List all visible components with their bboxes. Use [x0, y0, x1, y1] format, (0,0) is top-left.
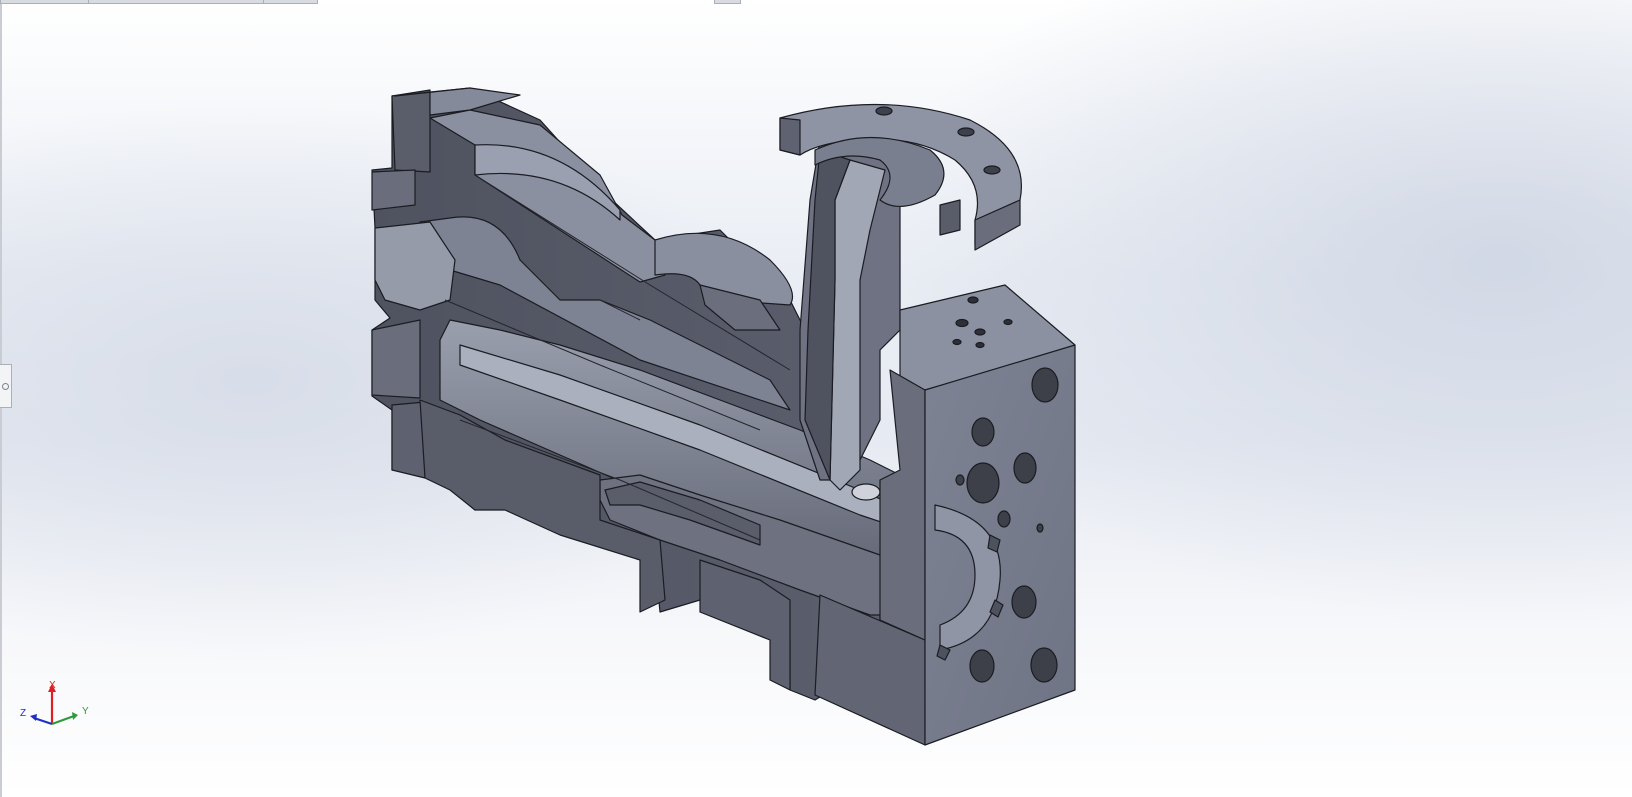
top-flange-left-cut — [779, 117, 801, 156]
flange-notch — [939, 199, 961, 236]
left-step-1 — [371, 169, 416, 211]
block-hole-8 — [1011, 585, 1037, 619]
block-hole-7 — [1036, 523, 1044, 533]
block-top-hole-6 — [975, 341, 985, 349]
section-view-model[interactable] — [0, 0, 1632, 797]
inlet-bottom-opening — [851, 483, 881, 501]
block-hole-10 — [1030, 647, 1058, 683]
block-top-hole-2 — [955, 318, 969, 328]
triad-z-axis — [33, 716, 53, 726]
block-hole-2 — [971, 417, 995, 447]
triad-y-axis — [51, 714, 75, 726]
block-right-face — [924, 344, 1076, 746]
block-hole-5 — [955, 474, 965, 486]
triad-z-arrow-icon — [30, 714, 37, 721]
triad-y-arrow-icon — [72, 712, 78, 720]
left-step-3 — [391, 401, 426, 479]
left-step-2 — [371, 319, 421, 399]
triad-x-label: X — [49, 680, 56, 691]
block-top-hole-1 — [967, 296, 979, 304]
block-left-step — [879, 369, 926, 641]
triad-y-label: Y — [82, 706, 89, 717]
block-hole-6 — [997, 510, 1011, 528]
block-hole-4 — [966, 462, 1000, 504]
block-top-hole-4 — [1003, 318, 1013, 326]
orientation-triad: X Y Z — [20, 680, 89, 726]
block-top-hole-5 — [952, 338, 962, 346]
block-top-hole-3 — [974, 328, 986, 336]
flange-bolt-hole-2 — [957, 127, 975, 137]
block-hole-3 — [1013, 452, 1037, 484]
flange-bolt-hole-1 — [875, 106, 893, 116]
flange-bolt-hole-3 — [983, 165, 1001, 175]
block-hole-1 — [1031, 367, 1059, 403]
left-flange-upper — [391, 89, 431, 173]
block-hole-9 — [969, 649, 995, 683]
triad-z-label: Z — [20, 708, 26, 719]
